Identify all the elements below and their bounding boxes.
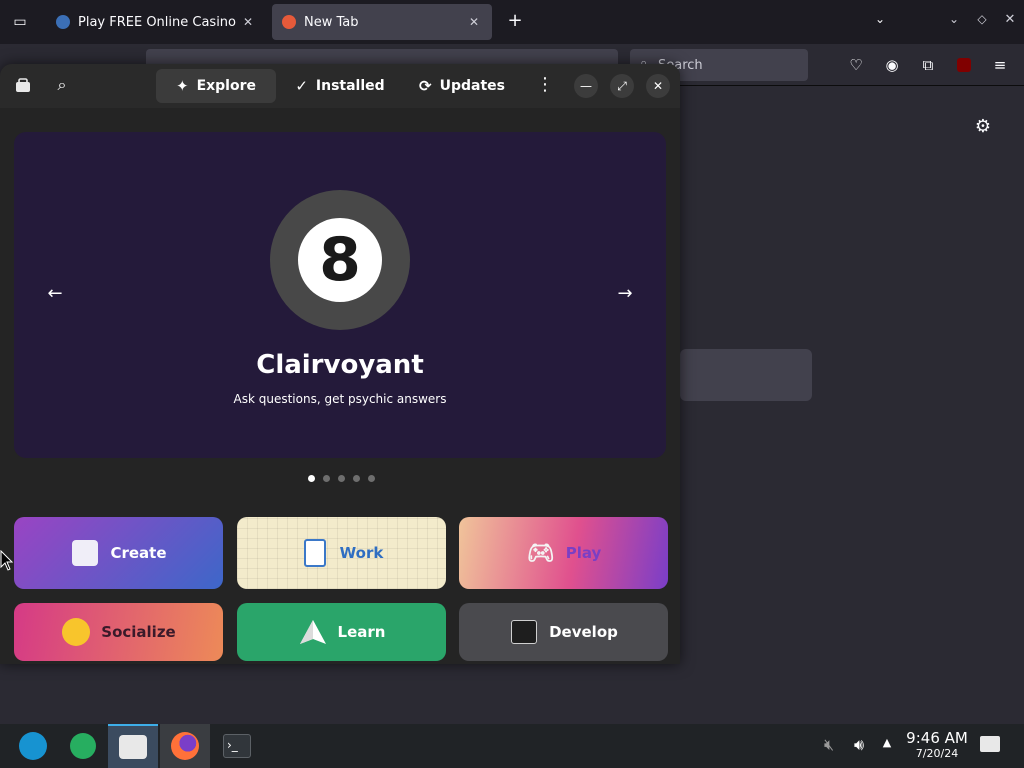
taskbar: ›_ 🔇︎ 🔊︎ ▲ 9:46 AM 7/20/24: [0, 724, 1024, 768]
tab-casino[interactable]: Play FREE Online Casino g ✕: [46, 4, 266, 40]
settings-wrench-icon: [70, 733, 96, 759]
mouse-cursor-icon: [0, 549, 14, 572]
terminal-task[interactable]: ›_: [212, 724, 262, 768]
check-circle-icon: ✓: [295, 77, 308, 95]
arch-logo-icon: [19, 732, 47, 760]
paper-plane-icon: [298, 617, 328, 647]
tab-list-icon[interactable]: ▭: [10, 12, 30, 32]
menu-icon[interactable]: ≡: [986, 51, 1014, 79]
carousel-dot[interactable]: [308, 475, 315, 482]
heart-eyes-icon: [61, 617, 91, 647]
system-settings-button[interactable]: [58, 724, 108, 768]
pocket-icon[interactable]: ♡: [842, 51, 870, 79]
firefox-task[interactable]: [160, 724, 210, 768]
carousel-indicator: [308, 475, 375, 485]
firefox-icon: [171, 732, 199, 760]
category-play[interactable]: 🎮︎ Play: [459, 517, 668, 589]
carousel-dot[interactable]: [353, 475, 360, 482]
category-learn[interactable]: Learn: [237, 603, 446, 661]
refresh-icon: ⟳: [419, 77, 432, 95]
browser-tabbar: ▭ Play FREE Online Casino g ✕ New Tab ✕ …: [0, 0, 1024, 44]
store-icon: [14, 76, 32, 94]
category-create[interactable]: Create: [14, 517, 223, 589]
search-icon[interactable]: ⌕: [52, 75, 72, 95]
tray-expand-icon[interactable]: ▲: [878, 736, 896, 756]
tab-updates-label: Updates: [439, 78, 505, 94]
arrow-left-icon[interactable]: ←: [44, 282, 66, 304]
minimize-button[interactable]: —: [574, 74, 598, 98]
close-icon[interactable]: ✕: [240, 15, 256, 29]
carousel-dot[interactable]: [368, 475, 375, 482]
featured-app-title: Clairvoyant: [256, 350, 424, 380]
account-icon[interactable]: ◉: [878, 51, 906, 79]
category-label: Create: [110, 544, 167, 562]
terminal-icon: ›_: [223, 734, 251, 758]
carousel-dot[interactable]: [323, 475, 330, 482]
category-label: Play: [565, 544, 602, 562]
restore-icon[interactable]: ◇: [972, 12, 992, 32]
shortcut-tile[interactable]: [680, 349, 812, 401]
arrow-right-icon[interactable]: →: [614, 282, 636, 304]
tab-new-tab[interactable]: New Tab ✕: [272, 4, 492, 40]
tab-title: New Tab: [304, 14, 359, 30]
sparkle-icon: ✦: [175, 77, 189, 95]
gamepad-icon: 🎮︎: [526, 540, 555, 566]
clock[interactable]: 9:46 AM 7/20/24: [900, 730, 974, 762]
category-socialize[interactable]: Socialize: [14, 603, 223, 661]
more-menu-icon[interactable]: ⋮: [534, 74, 556, 98]
category-label: Develop: [549, 623, 618, 641]
carousel-dot[interactable]: [338, 475, 345, 482]
category-work[interactable]: Work: [237, 517, 446, 589]
eight-ball-icon: 8: [270, 190, 410, 330]
volume-icon[interactable]: 🔊︎: [848, 735, 870, 757]
tab-overflow-icon[interactable]: ⌄: [870, 12, 890, 32]
terminal-icon: [509, 617, 539, 647]
checklist-icon: [300, 538, 330, 568]
eight-ball-glyph: 8: [298, 218, 382, 302]
app-launcher-button[interactable]: [8, 724, 58, 768]
firefox-favicon-icon: [282, 15, 296, 29]
close-icon[interactable]: ✕: [466, 15, 482, 29]
notifications-muted-icon[interactable]: 🔇︎: [818, 735, 840, 757]
settings-gear-icon[interactable]: ⚙: [972, 116, 994, 138]
maximize-button[interactable]: ⤢: [610, 74, 634, 98]
casino-favicon-icon: [56, 15, 70, 29]
tab-installed[interactable]: ✓ Installed: [288, 69, 392, 103]
store-icon: [119, 735, 147, 759]
tab-explore-label: Explore: [196, 78, 256, 94]
category-label: Socialize: [101, 623, 176, 641]
category-develop[interactable]: Develop: [459, 603, 668, 661]
category-label: Work: [339, 544, 384, 562]
tab-installed-label: Installed: [315, 78, 385, 94]
clock-date: 7/20/24: [915, 747, 959, 760]
category-label: Learn: [337, 623, 386, 641]
software-center-task[interactable]: [108, 724, 158, 768]
ublock-icon[interactable]: [950, 51, 978, 79]
tab-updates[interactable]: ⟳ Updates: [412, 69, 512, 103]
tab-title: Play FREE Online Casino g: [78, 14, 240, 30]
extensions-icon[interactable]: ⧉: [914, 51, 942, 79]
featured-carousel[interactable]: 8 Clairvoyant Ask questions, get psychic…: [14, 132, 666, 458]
paint-icon: [70, 538, 100, 568]
featured-app-subtitle: Ask questions, get psychic answers: [233, 392, 447, 406]
close-button[interactable]: ✕: [646, 74, 670, 98]
clock-time: 9:46 AM: [906, 729, 968, 747]
show-desktop-icon[interactable]: [980, 736, 1002, 756]
minimize-icon[interactable]: ⌄: [944, 12, 964, 32]
app-headerbar: ⌕ ✦ Explore ✓ Installed ⟳ Updates ⋮ — ⤢ …: [0, 64, 680, 108]
software-center-window: ⌕ ✦ Explore ✓ Installed ⟳ Updates ⋮ — ⤢ …: [0, 64, 680, 664]
close-window-icon[interactable]: ✕: [1000, 12, 1020, 32]
tab-explore[interactable]: ✦ Explore: [156, 69, 276, 103]
new-tab-button[interactable]: +: [504, 10, 526, 32]
